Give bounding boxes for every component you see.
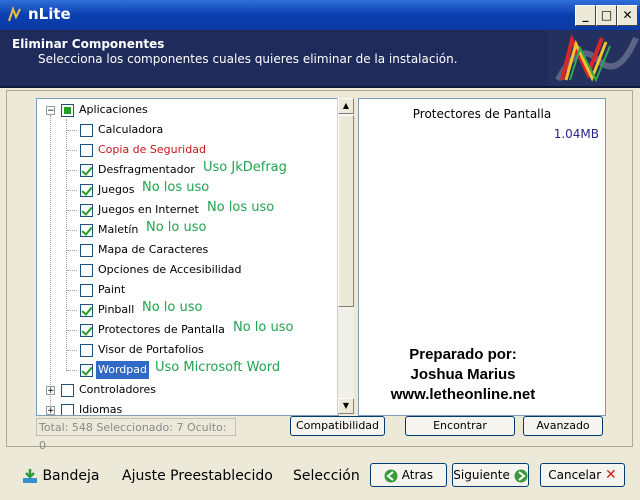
tray-icon xyxy=(23,469,37,483)
cancel-x-icon: ✕ xyxy=(605,467,617,483)
tree-item[interactable]: Opciones de Accesibilidad xyxy=(37,260,337,280)
tree-item[interactable]: Juegos No los uso xyxy=(37,180,337,200)
annotation-note: No los uso xyxy=(142,180,210,195)
group-checkbox[interactable] xyxy=(61,384,74,397)
expand-icon[interactable]: + xyxy=(46,406,55,415)
page-subtitle: Selecciona los componentes cuales quiere… xyxy=(38,52,458,66)
info-title: Protectores de Pantalla xyxy=(412,107,552,121)
prepared-line: Preparado por: xyxy=(409,346,517,363)
wizard-header: Eliminar Componentes Selecciona los comp… xyxy=(0,30,640,88)
tree-item[interactable]: Wordpad Uso Microsoft Word xyxy=(37,360,337,380)
item-checkbox[interactable] xyxy=(80,164,93,177)
tree-item[interactable]: Maletín No lo uso xyxy=(37,220,337,240)
maximize-button[interactable]: □ xyxy=(596,5,617,26)
cancel-button[interactable]: Cancelar ✕ xyxy=(540,463,625,487)
tree-item[interactable]: Desfragmentador Uso JkDefrag xyxy=(37,160,337,180)
collapse-icon[interactable]: − xyxy=(46,106,55,116)
tree-item-label: Paint xyxy=(98,283,126,296)
tree-item[interactable]: Copia de Seguridad xyxy=(37,140,337,160)
tree-item[interactable]: Juegos en Internet No los uso xyxy=(37,200,337,220)
tree-scrollbar[interactable]: ▲ ▼ xyxy=(337,98,354,414)
back-button[interactable]: Atras xyxy=(370,463,447,487)
tray-button[interactable]: Bandeja xyxy=(22,468,99,484)
annotation-note: No lo uso xyxy=(142,300,203,315)
item-checkbox[interactable] xyxy=(80,144,93,157)
group-checkbox[interactable] xyxy=(61,104,74,117)
annotation-note: Uso Microsoft Word xyxy=(155,360,281,375)
item-checkbox[interactable] xyxy=(80,204,93,217)
tree-item[interactable]: Visor de Portafolios xyxy=(37,340,337,360)
back-label: Atras xyxy=(401,468,434,482)
prepared-line: www.letheonline.net xyxy=(390,386,536,403)
tree-item-label: Mapa de Caracteres xyxy=(98,243,209,256)
item-checkbox[interactable] xyxy=(80,304,93,317)
tree-item-label: Opciones de Accesibilidad xyxy=(98,263,242,276)
scroll-thumb[interactable] xyxy=(338,115,354,307)
tree-item-label: Juegos xyxy=(98,183,135,196)
item-checkbox[interactable] xyxy=(80,244,93,257)
item-checkbox[interactable] xyxy=(80,124,93,137)
tree-item-label: Pinball xyxy=(98,303,135,316)
annotation-note: Uso JkDefrag xyxy=(203,160,287,175)
annotation-note: No los uso xyxy=(207,200,275,215)
tree-item-label: Copia de Seguridad xyxy=(98,143,206,156)
item-checkbox[interactable] xyxy=(80,324,93,337)
compatibility-button[interactable]: Compatibilidad xyxy=(290,416,385,436)
tree-item[interactable]: Calculadora xyxy=(37,120,337,140)
tree-item-label: Visor de Portafolios xyxy=(98,343,204,356)
info-size: 1.04MB xyxy=(553,127,599,141)
maximize-icon: □ xyxy=(600,8,613,22)
tree-item-label: Desfragmentador xyxy=(98,163,195,176)
expand-icon[interactable]: + xyxy=(46,386,55,396)
components-tree[interactable]: − Aplicaciones Calculadora Copia de Segurid… xyxy=(36,98,339,416)
preset-button[interactable]: Ajuste Preestablecido xyxy=(122,468,273,484)
tree-item-label: Juegos en Internet xyxy=(98,203,199,216)
prepared-by-text: Preparado por: Joshua Marius www.letheon… xyxy=(383,345,543,405)
prepared-line: Joshua Marius xyxy=(410,366,516,383)
item-checkbox[interactable] xyxy=(80,184,93,197)
annotation-note: No lo uso xyxy=(146,220,207,235)
tree-item[interactable]: Mapa de Caracteres xyxy=(37,240,337,260)
item-checkbox[interactable] xyxy=(80,224,93,237)
nlite-logo-icon xyxy=(548,30,640,86)
tree-group-label: Idiomas xyxy=(79,403,123,416)
cancel-label: Cancelar xyxy=(548,468,602,482)
arrow-right-icon xyxy=(514,469,528,482)
tree-item[interactable]: Paint xyxy=(37,280,337,300)
annotation-note: No lo uso xyxy=(233,320,294,335)
selection-button[interactable]: Selección xyxy=(293,468,360,484)
next-label: Siguiente xyxy=(453,468,510,482)
tree-item-label: Maletín xyxy=(98,223,139,236)
tree-item[interactable]: Protectores de Pantalla No lo uso xyxy=(37,320,337,340)
title-bar: nLite _ □ ✕ xyxy=(0,0,640,30)
item-checkbox[interactable] xyxy=(80,364,93,377)
minimize-button[interactable]: _ xyxy=(575,5,596,26)
tree-item-label: Calculadora xyxy=(98,123,164,136)
status-bar: Total: 548 Seleccionado: 7 Oculto: 0 xyxy=(36,418,236,452)
item-checkbox[interactable] xyxy=(80,264,93,277)
nlite-app-icon xyxy=(8,6,21,22)
scroll-down-button[interactable]: ▼ xyxy=(338,398,354,414)
close-window-button[interactable]: ✕ xyxy=(617,5,638,26)
minimize-icon: _ xyxy=(582,8,589,22)
tree-item[interactable]: Pinball No lo uso xyxy=(37,300,337,320)
tree-node-label: Aplicaciones xyxy=(79,103,148,116)
item-checkbox[interactable] xyxy=(80,284,93,297)
arrow-left-icon xyxy=(384,469,398,482)
arrow-down-icon: ▼ xyxy=(342,401,350,410)
tree-item-label: Protectores de Pantalla xyxy=(98,323,225,336)
scroll-up-button[interactable]: ▲ xyxy=(338,98,354,114)
tree-item-label: Wordpad xyxy=(96,361,149,379)
item-checkbox[interactable] xyxy=(80,344,93,357)
tree-group-label: Controladores xyxy=(79,383,156,396)
page-title: Eliminar Componentes xyxy=(12,37,165,51)
tray-label: Bandeja xyxy=(42,468,100,484)
group-checkbox[interactable] xyxy=(61,404,74,415)
window-title: nLite xyxy=(28,5,71,23)
close-icon: ✕ xyxy=(622,8,633,22)
arrow-up-icon: ▲ xyxy=(342,101,350,110)
advanced-button[interactable]: Avanzado xyxy=(523,416,603,436)
find-button[interactable]: Encontrar xyxy=(405,416,515,436)
next-button[interactable]: Siguiente xyxy=(452,463,529,487)
